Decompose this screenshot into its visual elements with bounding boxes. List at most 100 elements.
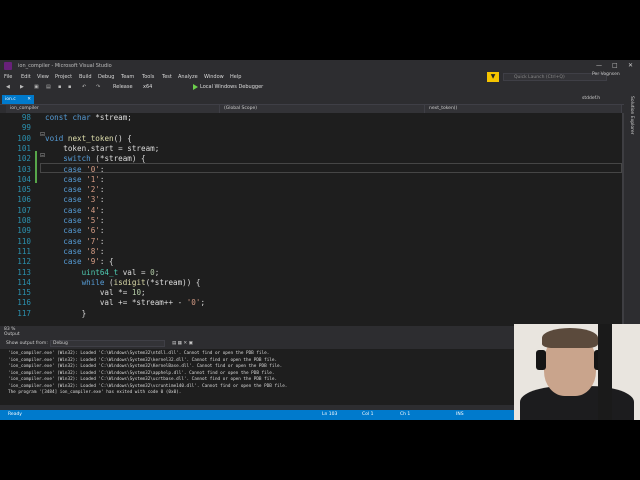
menu-view[interactable]: View [37,72,49,82]
output-source-dropdown[interactable]: Debug [50,340,165,347]
line-number: 103 [17,164,31,174]
start-debugger-button[interactable]: Local Windows Debugger [200,82,263,92]
status-insert-mode: INS [456,412,464,417]
feedback-filter-icon[interactable]: ▼ [487,72,499,82]
output-toolbar-icons[interactable]: ▤ ▦ ✕ ▣ [172,340,193,348]
window-title: ion_compiler - Microsoft Visual Studio [18,63,112,69]
menu-bar: File Edit View Project Build Debug Team … [0,72,640,82]
code-line[interactable]: 117 } [0,309,622,319]
solution-explorer-tab[interactable]: Solution Explorer [629,96,634,135]
save-icon[interactable]: ▪ [58,82,61,92]
toolbar: ◀ ▶ ▣ ▤ ▪ ▪ ↶ ↷ Release x64 Local Window… [0,82,640,92]
scope-dropdown[interactable]: (Global Scope) [220,105,425,113]
menu-debug[interactable]: Debug [98,72,114,82]
tab-ion-c[interactable]: ion.c ✕ [2,95,34,104]
person-hair [542,328,598,348]
menu-team[interactable]: Team [121,72,134,82]
code-editor[interactable]: ⊟ ⊟ 98 const char *stream; 99 100 void next_… [0,113,622,326]
code-line[interactable]: 103 case '0': [0,165,622,175]
document-tabs: ion.c ✕ stddef.h [0,94,624,104]
project-dropdown[interactable]: ion_compiler [6,105,220,113]
code-line[interactable]: 113 uint64_t val = 0; [0,268,622,278]
code-text: val += *stream++ - '0'; [45,298,206,308]
code-text: case '7': [63,236,105,246]
headset-left [536,350,546,370]
code-line[interactable]: 109 case '6': [0,226,622,236]
close-tab-icon[interactable]: ✕ [27,95,31,104]
line-number: 105 [17,185,31,195]
menu-help[interactable]: Help [230,72,241,82]
redo-icon[interactable]: ↷ [96,82,100,92]
navigation-bar: ion_compiler (Global Scope) next_token() [0,104,624,113]
code-line[interactable]: 115 val *= 10; [0,288,622,298]
title-bar: ion_compiler - Microsoft Visual Studio —… [0,60,640,72]
code-line[interactable]: 100 void next_token() { [0,134,622,144]
menu-file[interactable]: File [4,72,12,82]
line-number: 100 [17,133,31,143]
play-icon[interactable] [193,84,198,90]
code-line[interactable]: 106 case '3': [0,195,622,205]
line-number: 99 [21,123,31,133]
code-line[interactable]: 104 case '1': [0,175,622,185]
line-number: 111 [17,246,31,256]
code-line[interactable]: 107 case '4': [0,206,622,216]
new-project-icon[interactable]: ▣ [34,82,39,92]
status-ready: Ready [8,412,22,417]
line-number: 107 [17,205,31,215]
code-line[interactable]: 99 [0,123,622,133]
close-icon[interactable]: ✕ [628,60,633,72]
webcam-overlay [514,324,640,420]
line-number: 117 [17,308,31,318]
show-output-label: Show output from: [6,341,48,346]
line-number: 112 [17,257,31,267]
menu-build[interactable]: Build [79,72,92,82]
save-all-icon[interactable]: ▪ [68,82,71,92]
code-line[interactable]: 110 case '7': [0,237,622,247]
line-number: 110 [17,236,31,246]
menu-analyze[interactable]: Analyze [178,72,198,82]
back-icon[interactable]: ◀ [6,82,10,92]
menu-test[interactable]: Test [162,72,172,82]
member-dropdown[interactable]: next_token() [425,105,622,113]
code-text: void next_token() { [45,133,132,143]
menu-window[interactable]: Window [204,72,224,82]
tab-stddef-h[interactable]: stddef.h [582,94,600,104]
code-text: } [45,308,87,318]
menu-project[interactable]: Project [55,72,72,82]
open-icon[interactable]: ▤ [46,82,51,92]
output-line: The program '[3484] ion_compiler.exe' ha… [8,390,182,395]
visual-studio-icon [4,62,12,70]
tab-label: ion.c [5,97,16,102]
forward-icon[interactable]: ▶ [20,82,24,92]
platform-dropdown[interactable]: x64 [143,82,152,92]
code-text: case '0': [63,164,105,174]
menu-tools[interactable]: Tools [142,72,154,82]
code-line[interactable]: 111 case '8': [0,247,622,257]
code-text: token.start = stream; [45,143,160,153]
code-line[interactable]: 101 token.start = stream; [0,144,622,154]
status-char: Ch 1 [400,412,411,417]
user-name[interactable]: Per Vognsen [592,72,620,77]
code-line[interactable]: 105 case '2': [0,185,622,195]
line-number: 106 [17,195,31,205]
code-line[interactable]: 98 const char *stream; [0,113,622,123]
configuration-dropdown[interactable]: Release [113,82,133,92]
code-line[interactable]: 112 case '9': { [0,257,622,267]
line-number: 98 [21,113,31,122]
minimize-icon[interactable]: — [596,60,602,72]
code-line[interactable]: 108 case '5': [0,216,622,226]
code-line[interactable]: 102 switch (*stream) { [0,154,622,164]
code-text: case '2': [63,185,105,195]
code-text: case '4': [63,205,105,215]
code-line[interactable]: 116 val += *stream++ - '0'; [0,298,622,308]
line-number: 113 [17,267,31,277]
line-number: 115 [17,288,31,298]
maximize-icon[interactable]: □ [612,60,618,72]
code-text: switch (*stream) { [63,154,146,164]
undo-icon[interactable]: ↶ [82,82,86,92]
menu-edit[interactable]: Edit [21,72,31,82]
line-number: 102 [17,154,31,164]
status-column: Col 1 [362,412,374,417]
code-line[interactable]: 114 while (isdigit(*stream)) { [0,278,622,288]
code-text: while (isdigit(*stream)) { [81,277,201,287]
